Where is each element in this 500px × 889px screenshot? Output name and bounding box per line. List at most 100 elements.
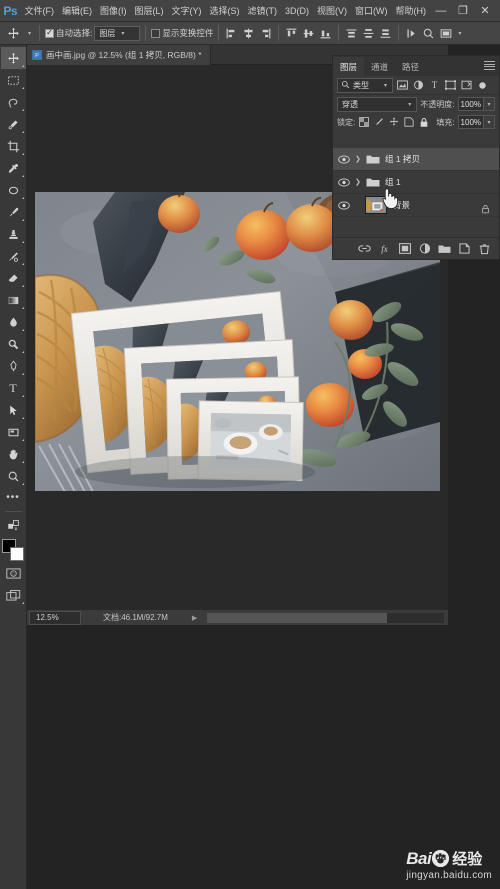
distribute-vertical-center-icon[interactable] bbox=[361, 25, 376, 42]
lock-image-icon[interactable] bbox=[373, 115, 385, 129]
fill-control[interactable]: 100% ▾ bbox=[457, 115, 496, 129]
lasso-tool[interactable] bbox=[1, 91, 26, 113]
layer-visibility-toggle[interactable] bbox=[333, 177, 355, 187]
swap-colors-icon[interactable] bbox=[1, 514, 26, 536]
workspace-caret-icon[interactable]: ▾ bbox=[455, 30, 464, 37]
layer-name[interactable]: 组 1 bbox=[385, 176, 401, 188]
menu-image[interactable]: 图像(I) bbox=[96, 0, 131, 22]
menu-window[interactable]: 窗口(W) bbox=[351, 0, 392, 22]
brush-tool[interactable] bbox=[1, 201, 26, 223]
more-tools-button[interactable]: ••• bbox=[1, 487, 26, 509]
filter-pixel-icon[interactable] bbox=[396, 78, 409, 93]
pen-tool[interactable] bbox=[1, 355, 26, 377]
filter-type-icon[interactable]: T bbox=[428, 78, 441, 93]
move-tool[interactable] bbox=[0, 47, 26, 69]
distribute-top-icon[interactable] bbox=[344, 25, 359, 42]
tab-layers[interactable]: 图层 bbox=[333, 57, 365, 76]
history-brush-tool[interactable] bbox=[1, 245, 26, 267]
restore-button[interactable]: ❐ bbox=[452, 0, 474, 22]
distribute-bottom-icon[interactable] bbox=[378, 25, 393, 42]
quick-selection-tool[interactable] bbox=[1, 113, 26, 135]
lock-artboard-icon[interactable] bbox=[403, 115, 415, 129]
menu-3d[interactable]: 3D(D) bbox=[281, 0, 313, 22]
path-selection-tool[interactable] bbox=[1, 399, 26, 421]
layer-visibility-toggle[interactable] bbox=[333, 200, 355, 210]
dodge-tool[interactable] bbox=[1, 333, 26, 355]
opacity-stepper-icon[interactable]: ▾ bbox=[484, 97, 495, 111]
eraser-tool[interactable] bbox=[1, 267, 26, 289]
new-layer-icon[interactable] bbox=[458, 242, 471, 256]
type-tool[interactable]: T bbox=[1, 377, 26, 399]
blend-mode-dropdown[interactable]: 穿透 ▾ bbox=[337, 96, 418, 112]
tab-channels[interactable]: 通道 bbox=[364, 57, 395, 76]
rectangle-tool[interactable] bbox=[1, 421, 26, 443]
layer-name[interactable]: 组 1 拷贝 bbox=[385, 153, 420, 165]
delete-layer-icon[interactable] bbox=[478, 242, 491, 256]
horizontal-scrollbar-thumb[interactable] bbox=[207, 612, 388, 623]
align-vertical-centers-icon[interactable] bbox=[301, 25, 316, 42]
filter-toggle-icon[interactable] bbox=[476, 78, 489, 93]
new-group-icon[interactable] bbox=[438, 242, 451, 256]
layer-row-background[interactable]: 背景 bbox=[333, 194, 499, 217]
document-tab[interactable]: P 画中画.jpg @ 12.5% (组 1 拷贝, RGB/8) * bbox=[27, 45, 211, 65]
clone-stamp-tool[interactable] bbox=[1, 223, 26, 245]
layer-row-group[interactable]: ❯ 组 1 bbox=[333, 171, 499, 194]
layer-style-fx-icon[interactable]: fx bbox=[378, 242, 391, 256]
blur-tool[interactable] bbox=[1, 311, 26, 333]
menu-file[interactable]: 文件(F) bbox=[21, 0, 59, 22]
move-tool-icon[interactable] bbox=[3, 24, 23, 43]
panel-menu-icon[interactable] bbox=[484, 61, 495, 70]
show-transform-checkbox[interactable] bbox=[151, 28, 161, 38]
tool-preset-caret[interactable]: ▾ bbox=[25, 30, 34, 37]
align-bottom-edges-icon[interactable] bbox=[318, 25, 333, 42]
menu-layer[interactable]: 图层(L) bbox=[131, 0, 168, 22]
status-expand-arrow[interactable]: ▶ bbox=[192, 614, 197, 622]
crop-tool[interactable] bbox=[1, 135, 26, 157]
adjustment-layer-icon[interactable] bbox=[418, 242, 431, 256]
gradient-tool[interactable] bbox=[1, 289, 26, 311]
workspace-icon[interactable] bbox=[438, 25, 453, 42]
menu-select[interactable]: 选择(S) bbox=[206, 0, 244, 22]
screen-mode-icon[interactable] bbox=[1, 584, 26, 606]
close-button[interactable]: ✕ bbox=[474, 0, 496, 22]
filter-shape-icon[interactable] bbox=[444, 78, 457, 93]
layer-thumbnail[interactable] bbox=[365, 196, 387, 214]
menu-type[interactable]: 文字(Y) bbox=[168, 0, 206, 22]
zoom-level-field[interactable]: 12.5% bbox=[29, 610, 81, 625]
link-layers-icon[interactable] bbox=[358, 242, 371, 256]
fill-stepper-icon[interactable]: ▾ bbox=[484, 115, 496, 129]
opacity-control[interactable]: 100% ▾ bbox=[457, 97, 495, 111]
filter-adjustment-icon[interactable] bbox=[412, 78, 425, 93]
layer-filter-kind-dropdown[interactable]: 类型 ▾ bbox=[337, 77, 393, 93]
menu-edit[interactable]: 编辑(E) bbox=[58, 0, 96, 22]
tab-paths[interactable]: 路径 bbox=[395, 57, 426, 76]
minimize-button[interactable]: — bbox=[430, 0, 452, 22]
background-color-swatch[interactable] bbox=[10, 547, 24, 561]
group-expand-arrow[interactable]: ❯ bbox=[355, 178, 364, 186]
menu-view[interactable]: 视图(V) bbox=[313, 0, 351, 22]
marquee-tool[interactable] bbox=[1, 69, 26, 91]
menu-filter[interactable]: 滤镜(T) bbox=[244, 0, 282, 22]
align-top-edges-icon[interactable] bbox=[284, 25, 299, 42]
color-swatches[interactable] bbox=[1, 538, 25, 562]
lock-position-icon[interactable] bbox=[388, 115, 400, 129]
filter-smart-object-icon[interactable] bbox=[460, 78, 473, 93]
horizontal-scrollbar[interactable] bbox=[207, 612, 444, 623]
align-right-edges-icon[interactable] bbox=[258, 25, 273, 42]
eyedropper-tool[interactable] bbox=[1, 157, 26, 179]
zoom-tool[interactable] bbox=[1, 465, 26, 487]
menu-help[interactable]: 帮助(H) bbox=[392, 0, 431, 22]
healing-brush-tool[interactable] bbox=[1, 179, 26, 201]
hand-tool[interactable] bbox=[1, 443, 26, 465]
search-icon[interactable] bbox=[421, 25, 436, 42]
layer-name[interactable]: 背景 bbox=[393, 199, 410, 211]
layer-visibility-toggle[interactable] bbox=[333, 154, 355, 164]
auto-select-checkbox[interactable]: ✓ bbox=[45, 28, 54, 38]
lock-transparency-icon[interactable] bbox=[358, 115, 370, 129]
align-left-edges-icon[interactable] bbox=[224, 25, 239, 42]
more-options-icon[interactable] bbox=[404, 25, 419, 42]
layer-row-group-copy[interactable]: ❯ 组 1 拷贝 bbox=[333, 148, 499, 171]
opacity-value[interactable]: 100% bbox=[457, 97, 484, 111]
fill-value[interactable]: 100% bbox=[457, 115, 485, 129]
quick-mask-icon[interactable] bbox=[1, 562, 26, 584]
